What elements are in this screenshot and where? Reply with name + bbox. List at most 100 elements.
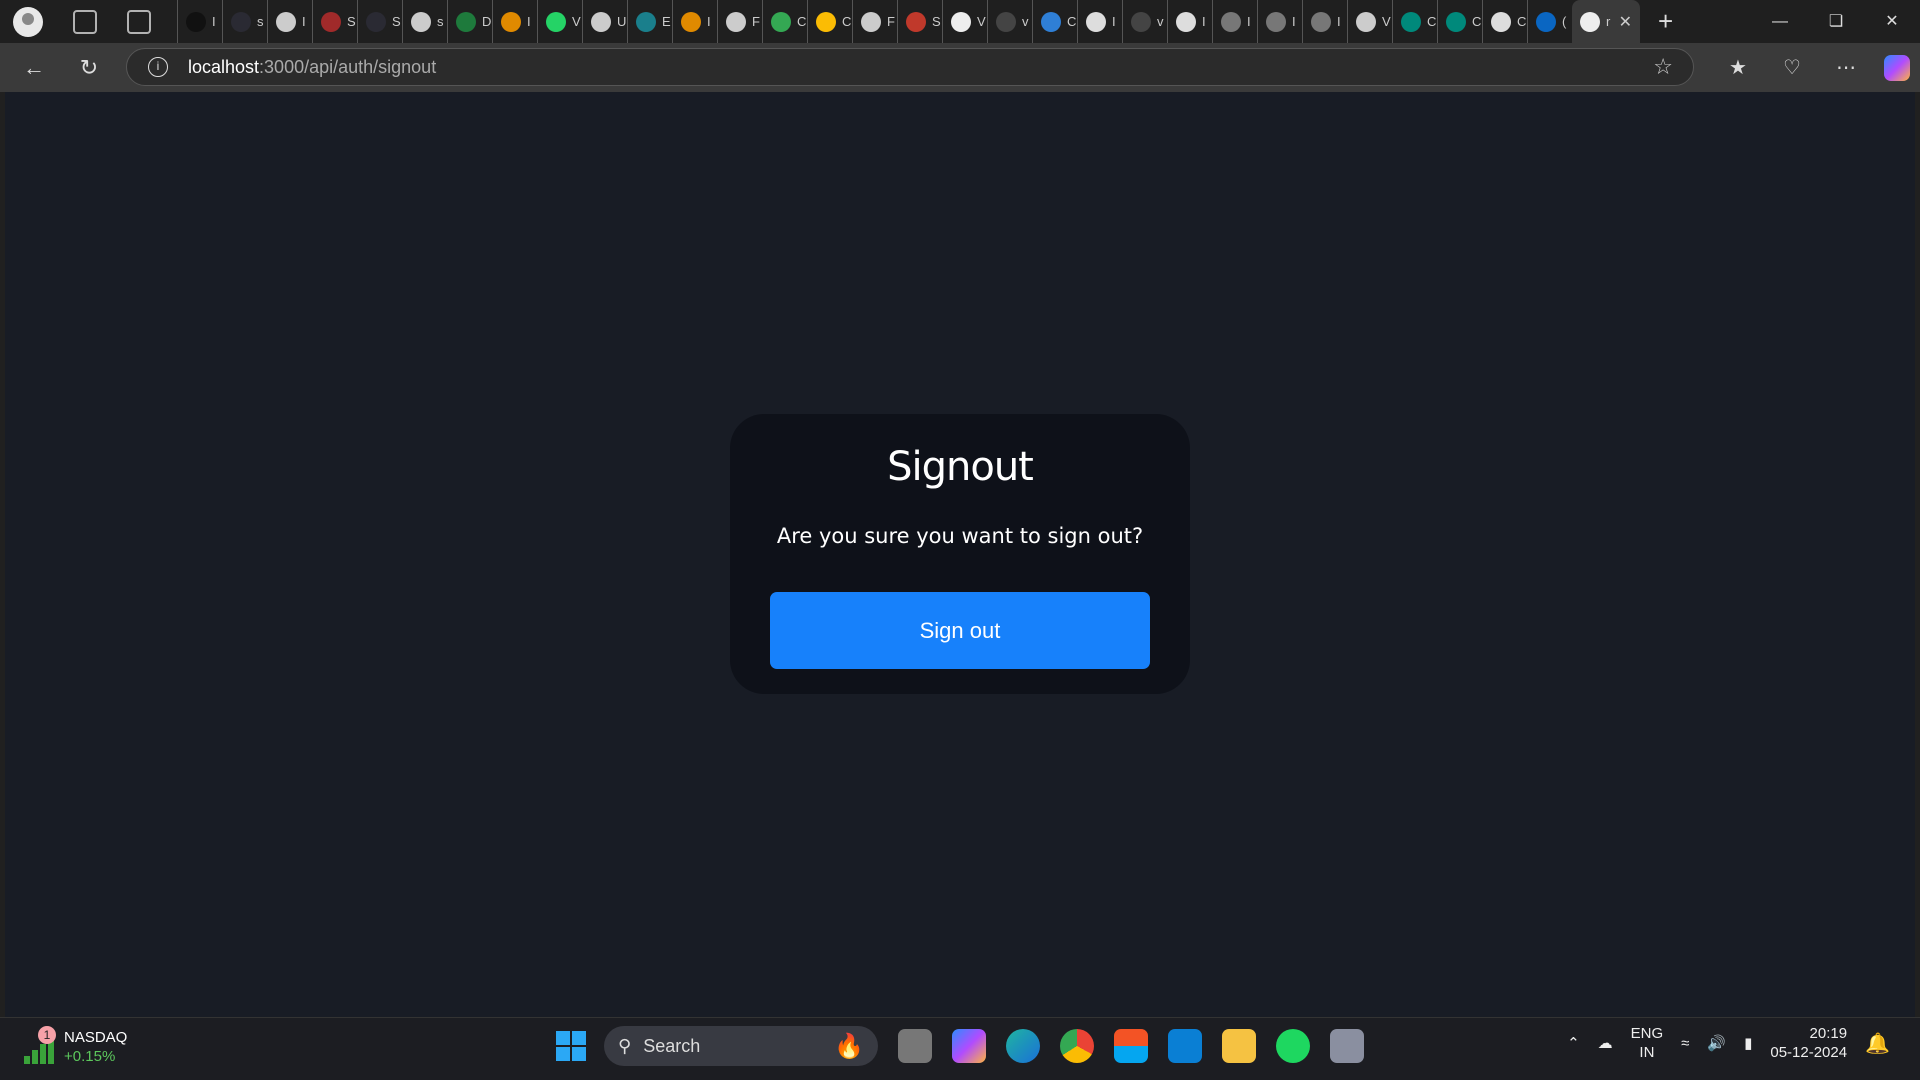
refresh-button[interactable]: ↻ xyxy=(69,55,109,81)
active-browser-tab[interactable]: r ✕ xyxy=(1572,0,1640,43)
mongodb-icon xyxy=(456,11,476,32)
browser-tab[interactable]: I xyxy=(1212,0,1257,43)
more-menu-icon[interactable]: ⋯ xyxy=(1830,55,1862,80)
search-icon xyxy=(996,11,1016,32)
browser-tab[interactable]: I xyxy=(1302,0,1347,43)
volume-icon[interactable]: 🔊 xyxy=(1707,1034,1726,1052)
tab-title: S xyxy=(392,14,401,29)
task-view-icon[interactable] xyxy=(898,1029,932,1063)
close-tab-icon[interactable]: ✕ xyxy=(1619,12,1632,32)
date: 05-12-2024 xyxy=(1770,1044,1848,1061)
opera-icon xyxy=(906,11,926,32)
language-indicator[interactable]: ENG IN xyxy=(1631,1024,1664,1062)
browser-tab[interactable]: U xyxy=(582,0,627,43)
tab-title: C xyxy=(1517,14,1527,29)
browser-tab[interactable]: C xyxy=(1437,0,1482,43)
thumbnail-icon xyxy=(1311,11,1331,32)
tab-title: V xyxy=(977,14,986,29)
browser-tab[interactable]: I xyxy=(177,0,222,43)
browser-tab[interactable]: C xyxy=(1032,0,1077,43)
url-host: localhost xyxy=(188,56,260,77)
tab-strip: Is I S Ss D I V U E I F C C F S Vv C Iv I I I I V C C C(r ✕ + — ❏ … xyxy=(0,0,1920,43)
browser-essentials-icon[interactable]: ♡ xyxy=(1776,55,1808,80)
github-icon xyxy=(591,11,611,32)
browser-tab[interactable]: s xyxy=(402,0,447,43)
tab-title: U xyxy=(617,14,627,29)
crown-icon xyxy=(366,11,386,32)
browser-tab[interactable]: V xyxy=(942,0,987,43)
copilot-app-icon[interactable] xyxy=(952,1029,986,1063)
taskbar-search[interactable]: ⚲ Search 🔥 xyxy=(604,1026,878,1066)
favorite-star-icon[interactable]: ☆ xyxy=(1653,54,1673,80)
onedrive-icon[interactable]: ☁ xyxy=(1598,1034,1613,1052)
tab-title: V xyxy=(572,14,581,29)
browser-tab[interactable]: I xyxy=(1257,0,1302,43)
new-tab-button[interactable]: + xyxy=(1658,6,1673,37)
browser-tab[interactable]: C xyxy=(807,0,852,43)
back-button[interactable]: ← xyxy=(14,55,54,81)
browser-tab[interactable]: S xyxy=(312,0,357,43)
profile-avatar[interactable] xyxy=(13,6,43,37)
crown-icon xyxy=(321,11,341,32)
browser-tab[interactable]: S xyxy=(897,0,942,43)
workspaces-icon[interactable] xyxy=(73,9,97,34)
browser-tab[interactable]: F xyxy=(852,0,897,43)
document-icon xyxy=(1086,11,1106,32)
sign-out-button[interactable]: Sign out xyxy=(770,592,1150,669)
browser-tab[interactable]: I xyxy=(267,0,312,43)
forms-icon xyxy=(636,11,656,32)
github-icon xyxy=(411,11,431,32)
close-window-button[interactable]: ✕ xyxy=(1864,0,1920,43)
github-icon xyxy=(726,11,746,32)
browser-tab[interactable]: C xyxy=(1482,0,1527,43)
browser-tab[interactable]: F xyxy=(717,0,762,43)
restore-button[interactable]: ❏ xyxy=(1808,0,1864,43)
camera-icon[interactable] xyxy=(1330,1029,1364,1063)
github-icon xyxy=(1356,11,1376,32)
vscode-icon[interactable] xyxy=(1168,1029,1202,1063)
browser-tab[interactable]: v xyxy=(1122,0,1167,43)
tab-title: I xyxy=(302,14,306,29)
spotify-icon[interactable] xyxy=(1276,1029,1310,1063)
battery-icon[interactable]: ▮ xyxy=(1744,1034,1752,1052)
browser-tab[interactable]: V xyxy=(1347,0,1392,43)
thumbnail-icon xyxy=(1221,11,1241,32)
browser-tab[interactable]: I xyxy=(492,0,537,43)
start-button[interactable] xyxy=(556,1031,586,1061)
url-text[interactable]: localhost:3000/api/auth/signout xyxy=(188,57,436,78)
favorites-icon[interactable]: ★ xyxy=(1722,55,1754,80)
chrome-icon[interactable] xyxy=(1060,1029,1094,1063)
time: 20:19 xyxy=(1809,1025,1848,1042)
show-hidden-icons[interactable]: ⌃ xyxy=(1567,1034,1580,1052)
notification-bell-icon[interactable]: 🔔 xyxy=(1865,1031,1890,1056)
browser-tab[interactable]: C xyxy=(762,0,807,43)
edge-icon[interactable] xyxy=(1006,1029,1040,1063)
browser-tab[interactable]: D xyxy=(447,0,492,43)
browser-tab[interactable]: v xyxy=(987,0,1032,43)
browser-tab[interactable]: I xyxy=(672,0,717,43)
colab-icon xyxy=(501,11,521,32)
browser-tab[interactable]: ( xyxy=(1527,0,1572,43)
address-bar[interactable]: i localhost:3000/api/auth/signout ☆ xyxy=(126,48,1694,86)
info-icon[interactable]: i xyxy=(148,57,168,77)
clock[interactable]: 20:19 05-12-2024 xyxy=(1770,1024,1847,1062)
file-explorer-icon[interactable] xyxy=(1222,1029,1256,1063)
medium-icon xyxy=(186,11,206,32)
browser-tab[interactable]: I xyxy=(1077,0,1122,43)
tab-title: s xyxy=(257,14,264,29)
browser-tab[interactable]: I xyxy=(1167,0,1212,43)
browser-tab[interactable]: S xyxy=(357,0,402,43)
jira-icon xyxy=(1041,11,1061,32)
browser-tab[interactable]: s xyxy=(222,0,267,43)
browser-tab[interactable]: E xyxy=(627,0,672,43)
browser-tab[interactable]: C xyxy=(1392,0,1437,43)
store-icon[interactable] xyxy=(1114,1029,1148,1063)
vertical-tabs-icon[interactable] xyxy=(127,9,151,34)
wifi-icon[interactable]: ≈ xyxy=(1681,1035,1689,1052)
browser-tab[interactable]: V xyxy=(537,0,582,43)
stock-widget[interactable]: 1 NASDAQ +0.15% xyxy=(24,1026,127,1066)
search-icon: ⚲ xyxy=(618,1035,632,1056)
minimize-button[interactable]: — xyxy=(1752,0,1808,43)
tab-title: I xyxy=(212,14,216,29)
copilot-icon[interactable] xyxy=(1884,54,1910,81)
